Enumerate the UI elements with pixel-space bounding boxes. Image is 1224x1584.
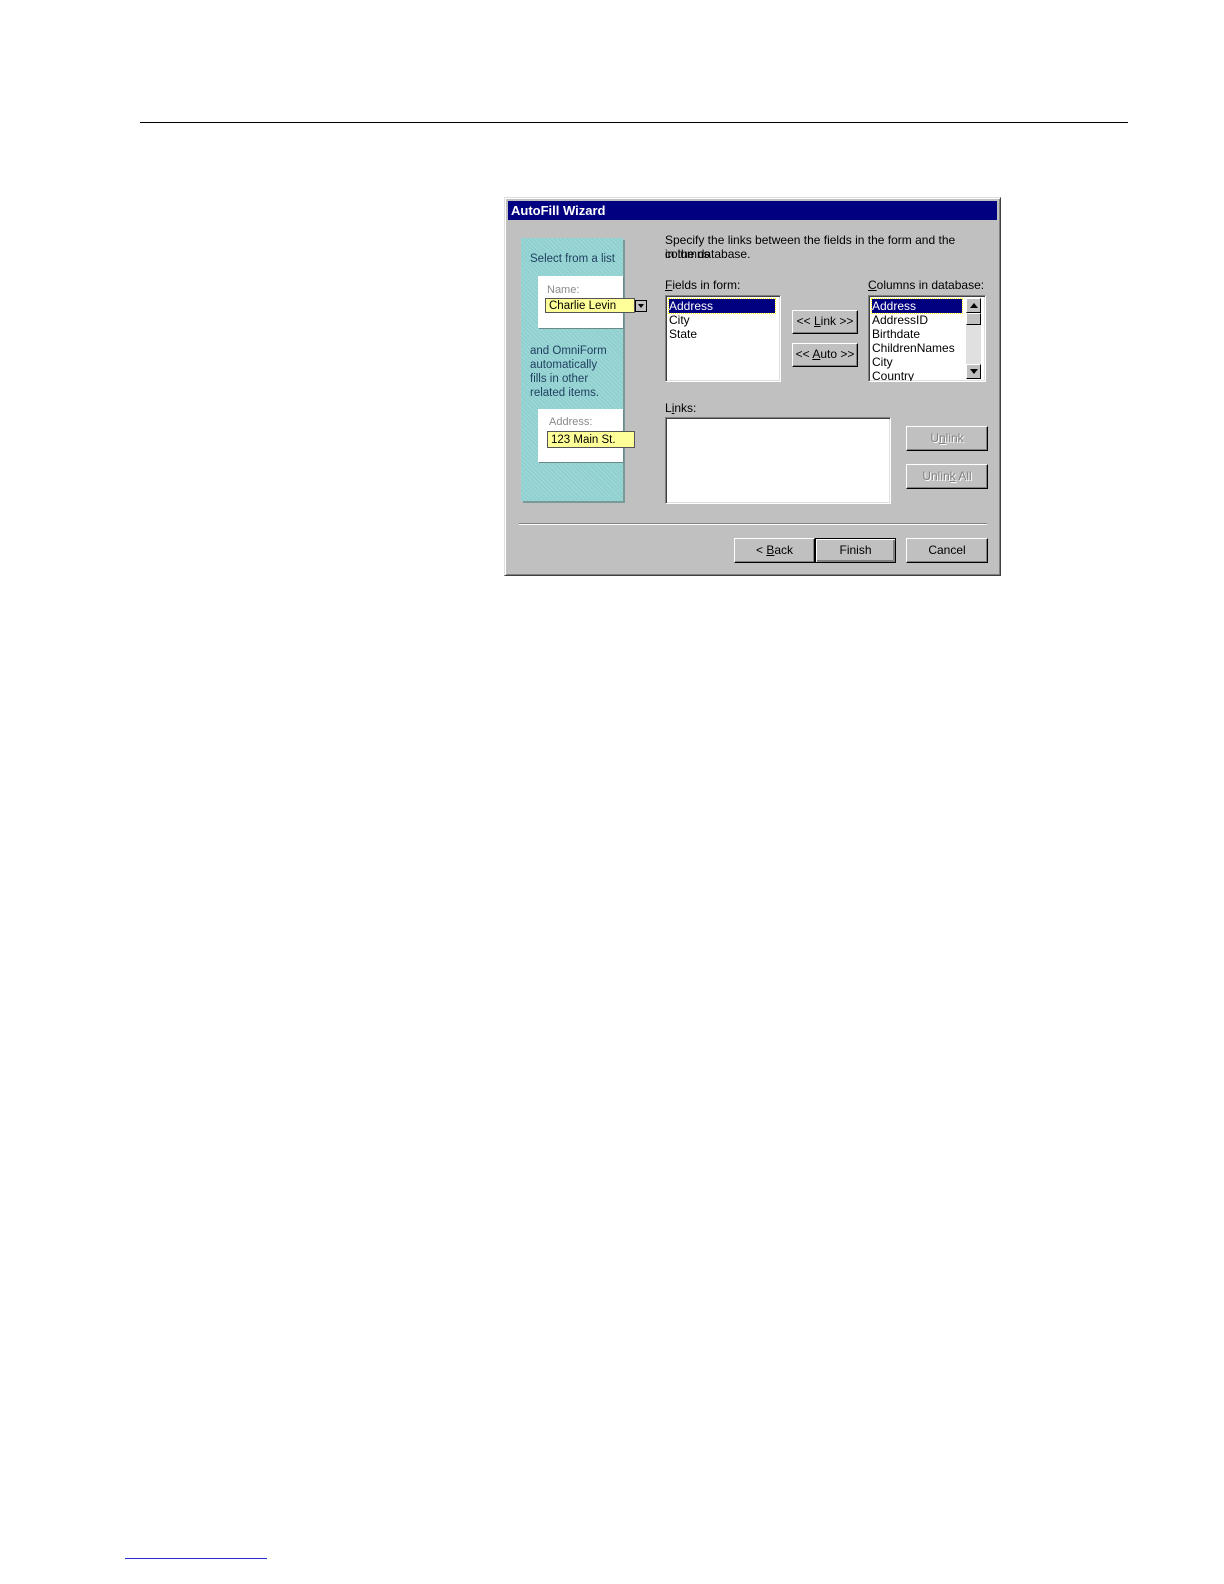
fields-label-text: ields in form: bbox=[672, 278, 741, 292]
illustration-heading: Select from a list bbox=[530, 253, 615, 265]
name-value-field: Charlie Levin bbox=[545, 298, 635, 313]
back-button[interactable]: < Back bbox=[734, 538, 815, 563]
columns-list-item-childrennames[interactable]: ChildrenNames bbox=[872, 341, 955, 355]
scroll-thumb[interactable] bbox=[966, 313, 981, 325]
illustration-panel: Select from a list Name: Charlie Levin a… bbox=[521, 238, 647, 501]
unlink-all-button[interactable]: Unlink All bbox=[906, 464, 988, 489]
link-button-pre: << bbox=[796, 314, 814, 328]
links-label: Links: bbox=[665, 401, 696, 415]
columns-label-text: olumns in database: bbox=[876, 278, 985, 292]
unlink-pre: U bbox=[930, 431, 939, 445]
caption-line-2: automatically bbox=[530, 359, 598, 371]
link-button[interactable]: << Link >> bbox=[792, 310, 858, 334]
finish-button[interactable]: Finish bbox=[815, 538, 896, 563]
unlink-mnemonic: n bbox=[938, 431, 946, 445]
columns-list-item-addressid[interactable]: AddressID bbox=[872, 313, 928, 327]
address-value-field: 123 Main St. bbox=[547, 431, 635, 448]
columns-list-item-birthdate[interactable]: Birthdate bbox=[872, 327, 920, 341]
unlink-all-post: All bbox=[955, 469, 972, 483]
columns-in-database-list[interactable]: Address AddressID Birthdate ChildrenName… bbox=[868, 295, 986, 382]
title-bar: AutoFill Wizard bbox=[508, 201, 997, 220]
columns-list-item-city[interactable]: City bbox=[872, 355, 893, 369]
scroll-down-arrow-icon bbox=[970, 369, 978, 374]
fields-list-item-state[interactable]: State bbox=[669, 327, 697, 341]
name-label: Name: bbox=[547, 284, 580, 296]
footer-separator bbox=[519, 523, 987, 525]
back-pre: < bbox=[755, 543, 767, 557]
auto-button[interactable]: << Auto >> bbox=[792, 343, 858, 367]
columns-in-database-label: Columns in database: bbox=[868, 278, 984, 292]
caption-line-4: related items. bbox=[530, 387, 600, 399]
auto-button-pre: << bbox=[795, 347, 813, 361]
scroll-down-button[interactable] bbox=[966, 364, 981, 379]
dialog-title: AutoFill Wizard bbox=[511, 203, 606, 218]
back-post: ack bbox=[774, 543, 794, 557]
columns-mnemonic: C bbox=[868, 278, 877, 292]
fields-in-form-label: Fields in form: bbox=[665, 278, 740, 292]
instructions-line-2: in the database. bbox=[665, 247, 751, 261]
fields-list-item-city[interactable]: City bbox=[669, 313, 690, 327]
dropdown-arrow-icon bbox=[635, 300, 647, 312]
columns-list-item-address[interactable]: Address bbox=[871, 298, 963, 314]
scroll-up-button[interactable] bbox=[966, 298, 981, 313]
fields-in-form-list[interactable]: Address City State bbox=[665, 295, 781, 382]
cancel-button[interactable]: Cancel bbox=[906, 538, 988, 563]
unlink-post: link bbox=[945, 431, 964, 445]
name-card: Name: Charlie Levin bbox=[538, 276, 647, 328]
page-top-rule bbox=[140, 122, 1128, 123]
link-button-post: ink >> bbox=[820, 314, 854, 328]
columns-scrollbar[interactable] bbox=[966, 298, 981, 379]
footnote-rule bbox=[125, 1558, 267, 1559]
caption-line-3: fills in other bbox=[530, 373, 589, 385]
fields-list-item-address[interactable]: Address bbox=[668, 298, 776, 314]
autofill-wizard-dialog: AutoFill Wizard Select from a list Name:… bbox=[504, 197, 1001, 576]
links-label-pre: L bbox=[665, 401, 672, 415]
scroll-up-arrow-icon bbox=[970, 303, 978, 308]
links-label-post: nks: bbox=[674, 401, 697, 415]
unlink-button[interactable]: Unlink bbox=[906, 426, 988, 451]
unlink-all-pre: Unlin bbox=[922, 469, 950, 483]
caption-line-1: and OmniForm bbox=[530, 345, 607, 357]
links-list[interactable] bbox=[665, 417, 891, 504]
auto-button-post: uto >> bbox=[820, 347, 855, 361]
columns-list-item-country[interactable]: Country bbox=[872, 369, 914, 381]
address-card: Address: 123 Main St. bbox=[538, 409, 635, 462]
link-button-mnemonic: L bbox=[813, 314, 821, 328]
address-label: Address: bbox=[549, 416, 593, 428]
